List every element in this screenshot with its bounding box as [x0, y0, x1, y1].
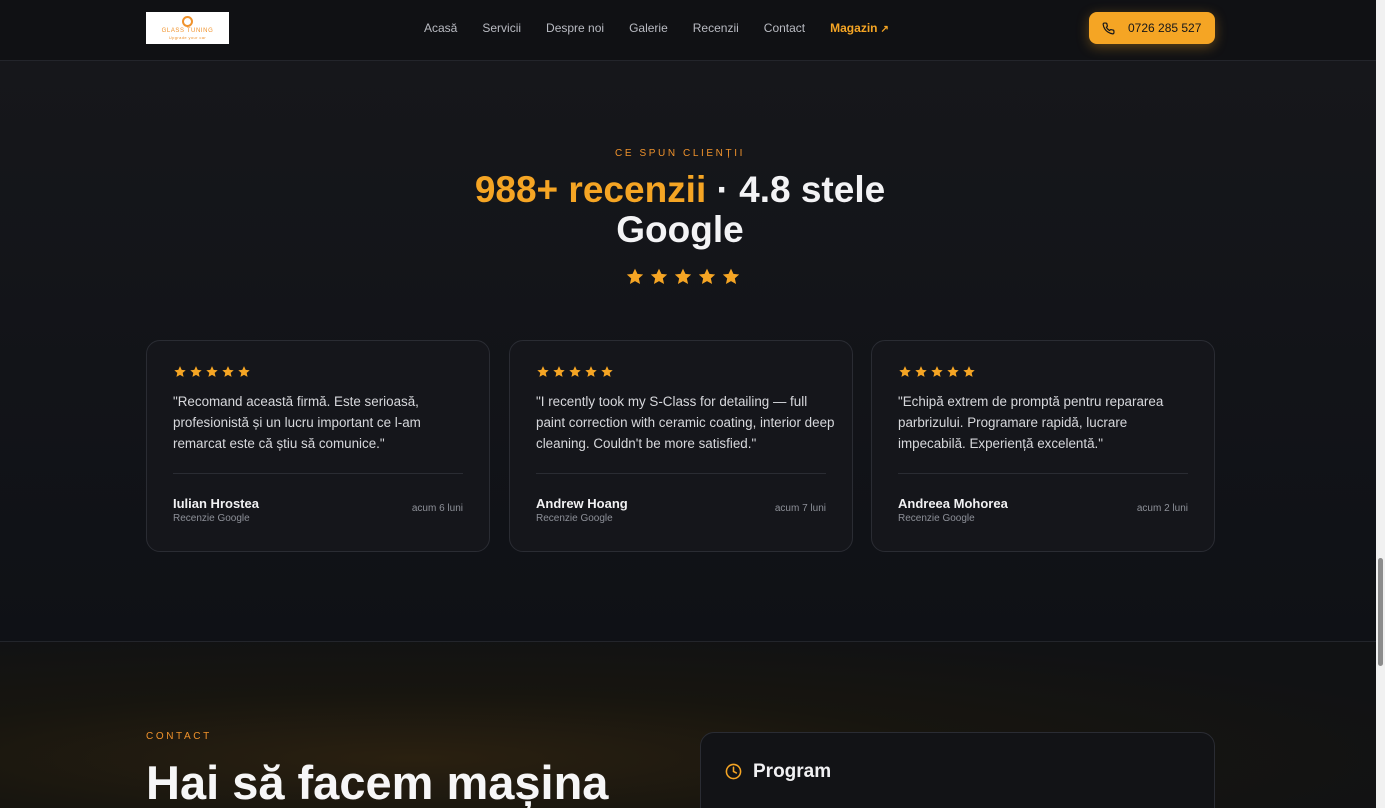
phone-button[interactable]: 0726 285 527 — [1089, 12, 1215, 44]
star-icon — [222, 366, 234, 377]
star-icon — [206, 366, 218, 377]
review-card: "I recently took my S-Class for detailin… — [509, 340, 853, 552]
page-scrollbar[interactable] — [1376, 0, 1385, 808]
star-icon — [963, 366, 975, 377]
site-logo[interactable]: GLASS TUNING Upgrade your car — [146, 12, 229, 44]
star-icon — [899, 366, 911, 377]
program-title: Program — [753, 761, 832, 782]
star-icon — [238, 366, 250, 377]
nav-item-galerie[interactable]: Galerie — [629, 20, 668, 38]
title-separator: · — [716, 169, 729, 210]
review-card: "Echipă extrem de promptă pentru reparar… — [871, 340, 1215, 552]
nav-item-acasa[interactable]: Acasă — [424, 20, 457, 38]
star-icon — [626, 268, 644, 284]
reviews-platform: Google — [616, 209, 744, 250]
scrollbar-thumb[interactable] — [1378, 558, 1383, 666]
review-quote: "I recently took my S-Class for detailin… — [536, 394, 835, 451]
card-divider — [898, 473, 1188, 474]
review-time: acum 6 luni — [411, 503, 463, 514]
nav-item-magazin[interactable]: Magazin ↗ — [830, 20, 889, 38]
nav-item-despre-noi[interactable]: Despre noi — [546, 20, 604, 38]
review-stars — [536, 365, 614, 379]
review-quote: "Echipă extrem de promptă pentru reparar… — [898, 394, 1164, 451]
nav-item-magazin-label: Magazin — [830, 21, 878, 35]
reviews-eyebrow: CE SPUN CLIENȚII — [615, 148, 745, 159]
review-stars — [898, 365, 976, 379]
reviews-title: 988+ recenzii · 4.8 stele Google — [440, 170, 920, 250]
star-icon — [674, 268, 692, 284]
review-stars — [173, 365, 251, 379]
clock-icon — [725, 763, 742, 780]
review-card: "Recomand această firmă. Este serioasă, … — [146, 340, 490, 552]
star-icon — [190, 366, 202, 377]
logo-tagline: Upgrade your car — [168, 35, 207, 40]
logo-mark-icon — [182, 16, 193, 27]
site-header: GLASS TUNING Upgrade your car Acasă Serv… — [0, 0, 1376, 61]
review-author: Andrew Hoang — [536, 496, 628, 511]
star-icon — [553, 366, 565, 377]
rating-stars — [625, 267, 741, 287]
contact-eyebrow: CONTACT — [146, 731, 212, 742]
contact-title: Hai să facem mașina — [146, 756, 609, 808]
nav-item-servicii[interactable]: Servicii — [482, 20, 521, 38]
star-icon — [174, 366, 186, 377]
review-source: Recenzie Google — [536, 513, 613, 524]
card-divider — [173, 473, 463, 474]
external-arrow-icon: ↗ — [880, 24, 889, 35]
review-time: acum 7 luni — [774, 503, 826, 514]
review-source: Recenzie Google — [898, 513, 975, 524]
star-icon — [650, 268, 668, 284]
logo-name: GLASS TUNING — [161, 28, 214, 34]
reviews-rating: 4.8 stele — [739, 169, 886, 210]
star-icon — [722, 268, 740, 284]
star-icon — [585, 366, 597, 377]
review-author: Andreea Mohorea — [898, 496, 1008, 511]
card-divider — [536, 473, 826, 474]
contact-section: CONTACT Hai să facem mașina Program — [0, 642, 1376, 808]
review-time: acum 2 luni — [1136, 503, 1188, 514]
nav-item-recenzii[interactable]: Recenzii — [693, 20, 739, 38]
review-quote: "Recomand această firmă. Este serioasă, … — [173, 394, 421, 451]
star-icon — [569, 366, 581, 377]
star-icon — [915, 366, 927, 377]
review-author: Iulian Hrostea — [173, 496, 259, 511]
reviews-count: 988+ recenzii — [474, 169, 707, 210]
reviews-section: CE SPUN CLIENȚII 988+ recenzii · 4.8 ste… — [0, 61, 1376, 642]
star-icon — [698, 268, 716, 284]
star-icon — [601, 366, 613, 377]
program-card: Program — [700, 732, 1215, 808]
main-nav: Acasă Servicii Despre noi Galerie Recenz… — [424, 20, 889, 38]
phone-icon — [1102, 21, 1115, 34]
star-icon — [537, 366, 549, 377]
phone-number: 0726 285 527 — [1128, 21, 1202, 35]
star-icon — [931, 366, 943, 377]
review-source: Recenzie Google — [173, 513, 250, 524]
star-icon — [947, 366, 959, 377]
nav-item-contact[interactable]: Contact — [764, 20, 805, 38]
